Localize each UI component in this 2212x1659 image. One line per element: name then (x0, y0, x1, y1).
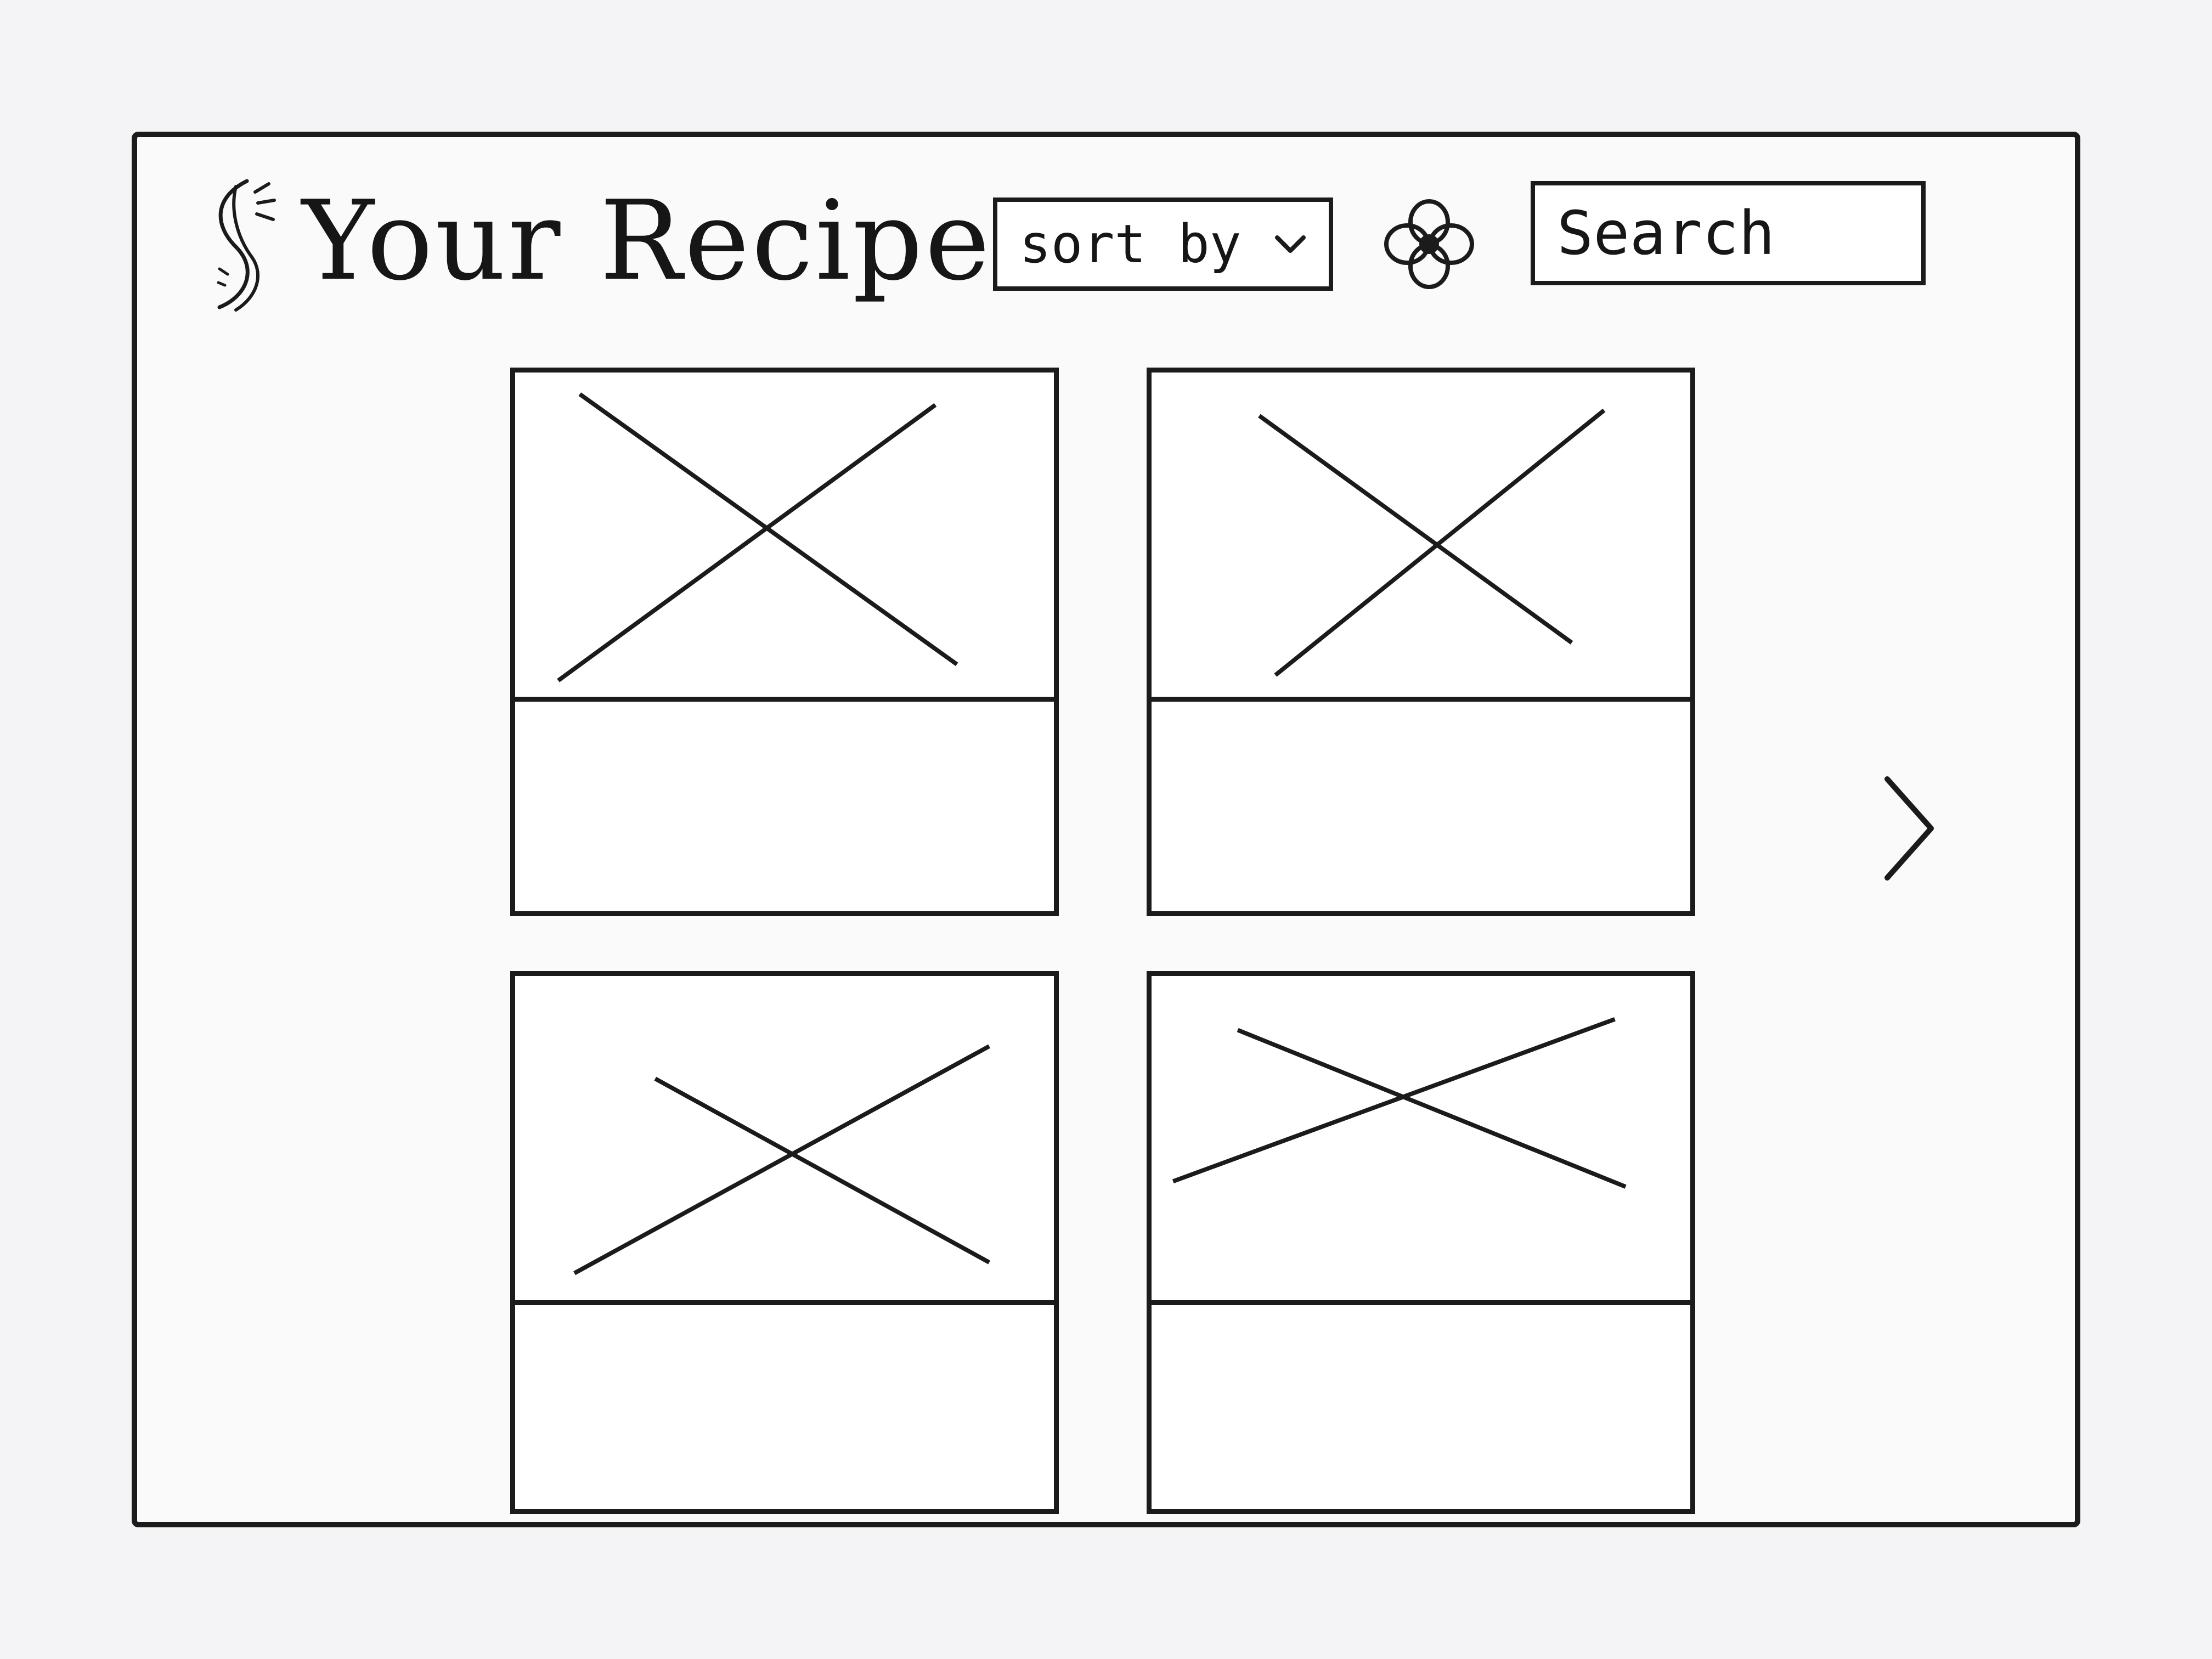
header-bar: Your Recipes sort by (137, 137, 2075, 335)
recipe-card[interactable] (510, 971, 1059, 1514)
recipe-image (515, 976, 1054, 1305)
sort-by-dropdown[interactable]: sort by (993, 198, 1333, 291)
recipe-title (1152, 1305, 1690, 1520)
recipe-image (1152, 373, 1690, 702)
recipe-card[interactable] (1147, 368, 1695, 916)
app-window: Your Recipes sort by (132, 132, 2080, 1527)
image-placeholder-icon (557, 392, 958, 682)
recipe-title (515, 1305, 1054, 1520)
sort-by-label: sort by (1019, 213, 1242, 275)
recipe-card[interactable] (510, 368, 1059, 916)
next-page-button[interactable] (1860, 757, 1959, 900)
image-placeholder-icon (1172, 1017, 1627, 1189)
recipe-image (515, 373, 1054, 702)
filter-button[interactable] (1377, 192, 1481, 296)
recipe-logo-icon (217, 179, 276, 312)
recipe-card[interactable] (1147, 971, 1695, 1514)
chevron-right-icon (1884, 776, 1934, 881)
recipe-image (1152, 976, 1690, 1305)
chevron-down-icon (1275, 235, 1306, 253)
flower-filter-icon (1384, 199, 1474, 289)
recipe-grid (510, 368, 1728, 1520)
image-placeholder-icon (1258, 408, 1606, 677)
page-title: Your Recipes (302, 177, 1051, 305)
app-root: Your Recipes sort by (0, 0, 2212, 1659)
search-input[interactable] (1531, 181, 1926, 285)
image-placeholder-icon (573, 1044, 991, 1276)
recipe-title (1152, 702, 1690, 916)
recipe-title (515, 702, 1054, 916)
